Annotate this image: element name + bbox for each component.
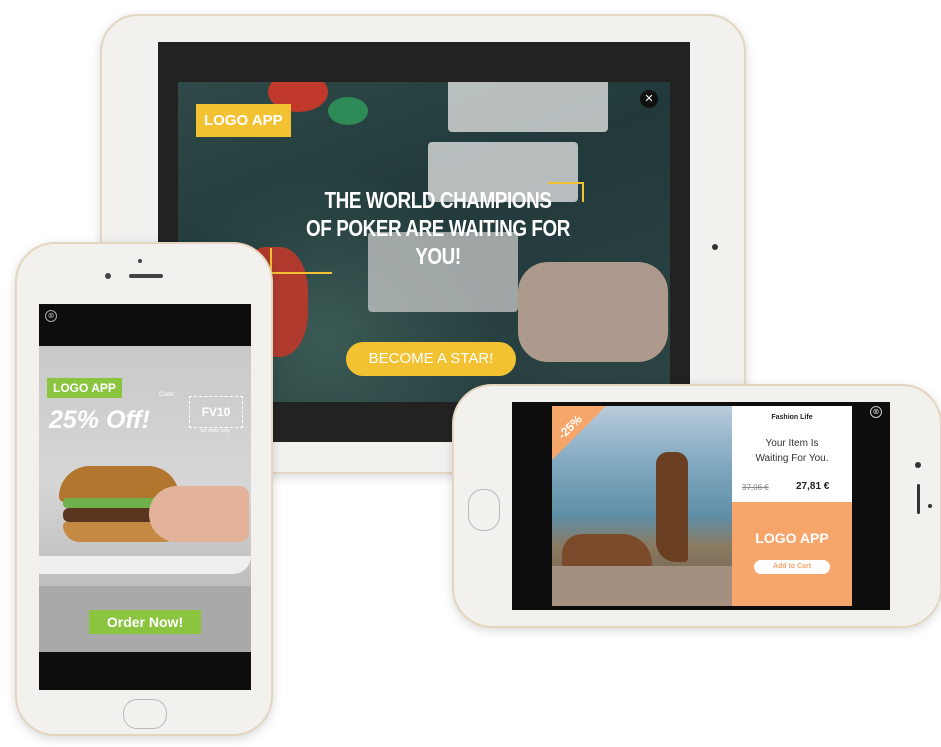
poker-chip (328, 97, 368, 125)
become-a-star-button[interactable]: BECOME A STAR! (346, 342, 516, 376)
landscape-logo: LOGO APP (755, 530, 829, 546)
add-to-cart-button[interactable]: Add to Cart (754, 560, 830, 574)
promo-code: FV10 (201, 405, 231, 419)
tablet-headline: THE WORLD CHAMPIONS OF POKER ARE WAITING… (290, 186, 585, 270)
portrait-phone-mockup: ⊗ LOGO APP 25% Off! Code: FV10 1st order… (15, 242, 273, 736)
code-label: Code: (159, 392, 176, 398)
burger-image (59, 466, 249, 556)
new-price: 27,81 € (796, 481, 830, 492)
boot-image (656, 452, 688, 562)
tablet-home-sensor (712, 244, 718, 250)
order-now-button[interactable]: Order Now! (89, 610, 201, 634)
phone-speaker (129, 274, 163, 278)
landscape-phone-mockup: -25% Fashion Life Your Item Is Waiting F… (452, 384, 941, 628)
hand-image (149, 486, 249, 542)
tablet-headline-line2: OF POKER ARE WAITING FOR YOU! (306, 215, 570, 269)
leg-image (552, 566, 732, 606)
phone-speaker (917, 484, 920, 514)
item-message-line1: Your Item Is (765, 438, 819, 449)
portrait-phone-screen: ⊗ LOGO APP 25% Off! Code: FV10 1st order… (39, 304, 251, 690)
burger-ad: LOGO APP 25% Off! Code: FV10 1st order o… (39, 346, 251, 652)
phone-sensor (138, 259, 142, 263)
fashion-ad-close-button[interactable]: ⊗ (870, 406, 882, 418)
phone-home-button (468, 489, 500, 531)
old-price: 37,06 € (742, 483, 769, 492)
burger-ad-close-button[interactable]: ⊗ (45, 310, 57, 322)
product-info-panel: Fashion Life Your Item Is Waiting For Yo… (732, 406, 852, 502)
playing-card (448, 82, 608, 132)
tablet-headline-line1: THE WORLD CHAMPIONS (324, 187, 552, 213)
phone-sensor (928, 504, 932, 508)
promo-text: 25% Off! (49, 406, 150, 434)
playing-card (518, 262, 668, 362)
code-note: 1st order only (199, 428, 231, 434)
item-message-line2: Waiting For You. (755, 453, 829, 464)
promo-code-box: FV10 (189, 396, 243, 428)
landscape-phone-screen: -25% Fashion Life Your Item Is Waiting F… (512, 402, 890, 610)
tablet-close-button[interactable]: ✕ (640, 90, 658, 108)
phone-camera (915, 462, 921, 468)
brand-name: Fashion Life (771, 414, 813, 421)
portrait-logo: LOGO APP (47, 378, 122, 398)
fashion-ad: -25% Fashion Life Your Item Is Waiting F… (552, 406, 852, 606)
cta-panel: LOGO APP Add to Cart (732, 502, 852, 606)
tablet-logo: LOGO APP (196, 104, 291, 137)
item-message: Your Item Is Waiting For You. (732, 436, 852, 466)
plate-image (39, 556, 251, 574)
phone-camera (105, 273, 111, 279)
phone-home-button (123, 699, 167, 729)
